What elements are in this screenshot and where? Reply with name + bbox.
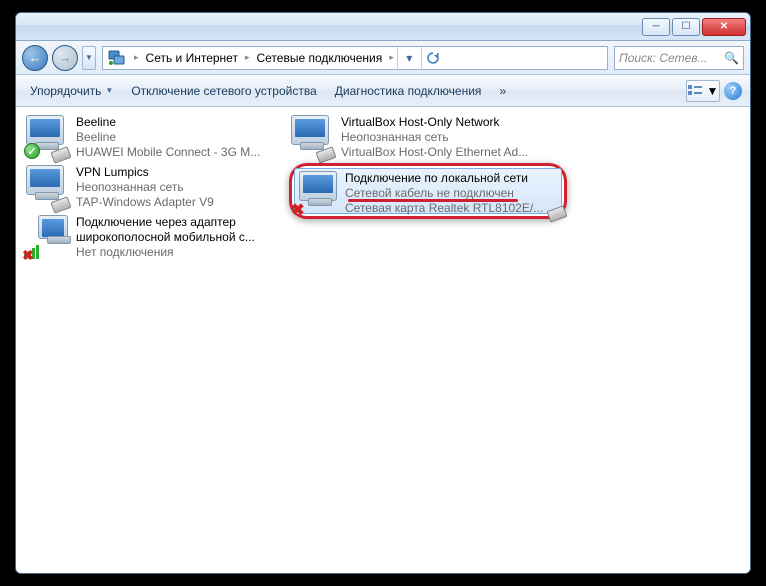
connection-device: Сетевая карта Realtek RTL8102E/... [345, 201, 557, 216]
network-panel-icon [107, 48, 127, 68]
organize-button[interactable]: Упорядочить▼ [24, 80, 119, 102]
breadcrumb-part2[interactable]: Сетевые подключения [252, 51, 386, 65]
diagnose-button[interactable]: Диагностика подключения [329, 80, 488, 102]
breadcrumb-part1[interactable]: Сеть и Интернет [142, 51, 242, 65]
history-dropdown[interactable]: ▼ [82, 46, 96, 70]
connection-device: VirtualBox Host-Only Ethernet Ad... [341, 145, 548, 160]
connection-item[interactable]: ✖ Подключение через адаптер широкополосн… [22, 213, 287, 269]
status-error-icon: ✖ [20, 247, 36, 263]
connection-name: Подключение через адаптер широкополосной… [76, 215, 283, 245]
titlebar: ─ ☐ ✕ [16, 13, 750, 41]
back-button[interactable]: ← [22, 45, 48, 71]
connection-status: Неопознанная сеть [341, 130, 548, 145]
connection-item[interactable]: VPN Lumpics Неопознанная сеть TAP-Window… [22, 163, 287, 213]
connection-status: Неопознанная сеть [76, 180, 283, 195]
help-button[interactable]: ? [724, 82, 742, 100]
connection-item[interactable]: VirtualBox Host-Only Network Неопознанна… [287, 113, 552, 163]
search-placeholder: Поиск: Сетев... [619, 51, 708, 65]
underline-annotation [348, 199, 518, 202]
refresh-button[interactable] [422, 47, 445, 69]
status-disconnected-icon: ✖ [290, 202, 306, 218]
address-dropdown-icon[interactable]: ▾ [398, 47, 422, 69]
search-input[interactable]: Поиск: Сетев... 🔍 [614, 46, 744, 70]
status-ok-icon: ✓ [24, 143, 40, 159]
connection-item-selected[interactable]: ✖ Подключение по локальной сети Сетевой … [294, 168, 562, 214]
search-icon: 🔍 [724, 51, 739, 65]
crumb-arrow-icon: ▸ [386, 52, 397, 63]
crumb-arrow-icon: ▸ [131, 52, 142, 63]
disable-device-button[interactable]: Отключение сетевого устройства [125, 80, 322, 102]
explorer-window: ─ ☐ ✕ ← → ▼ ▸ Сеть и Интернет ▸ Сетевые … [15, 12, 751, 574]
connection-device: TAP-Windows Adapter V9 [76, 195, 283, 210]
connection-name: VPN Lumpics [76, 165, 283, 180]
maximize-button[interactable]: ☐ [672, 18, 700, 36]
connection-item[interactable]: ✓ Beeline Beeline HUAWEI Mobile Connect … [22, 113, 287, 163]
connection-device: Нет подключения [76, 245, 283, 260]
connection-icon: ✖ [26, 215, 68, 257]
connection-name: Beeline [76, 115, 283, 130]
highlight-annotation: ✖ Подключение по локальной сети Сетевой … [289, 163, 567, 219]
content-area: ✓ Beeline Beeline HUAWEI Mobile Connect … [16, 107, 750, 573]
toolbar: Упорядочить▼ Отключение сетевого устройс… [16, 75, 750, 107]
connection-device: HUAWEI Mobile Connect - 3G M... [76, 145, 283, 160]
chevron-down-icon: ▼ [105, 86, 113, 95]
connection-status: Beeline [76, 130, 283, 145]
address-bar[interactable]: ▸ Сеть и Интернет ▸ Сетевые подключения … [102, 46, 608, 70]
connection-name: Подключение по локальной сети [345, 171, 557, 186]
crumb-arrow-icon: ▸ [242, 52, 253, 63]
connection-icon: ✖ [299, 171, 337, 201]
connection-name: VirtualBox Host-Only Network [341, 115, 548, 130]
minimize-button[interactable]: ─ [642, 18, 670, 36]
address-bar-buttons: ▾ [397, 47, 445, 69]
close-button[interactable]: ✕ [702, 18, 746, 36]
connection-icon [291, 115, 333, 157]
connection-icon: ✓ [26, 115, 68, 157]
forward-button[interactable]: → [52, 45, 78, 71]
toolbar-overflow[interactable]: » [493, 80, 512, 102]
navigation-bar: ← → ▼ ▸ Сеть и Интернет ▸ Сетевые подклю… [16, 41, 750, 75]
connection-icon [26, 165, 68, 207]
view-options-button[interactable]: ▼ [686, 80, 720, 102]
chevron-down-icon: ▼ [707, 84, 719, 98]
